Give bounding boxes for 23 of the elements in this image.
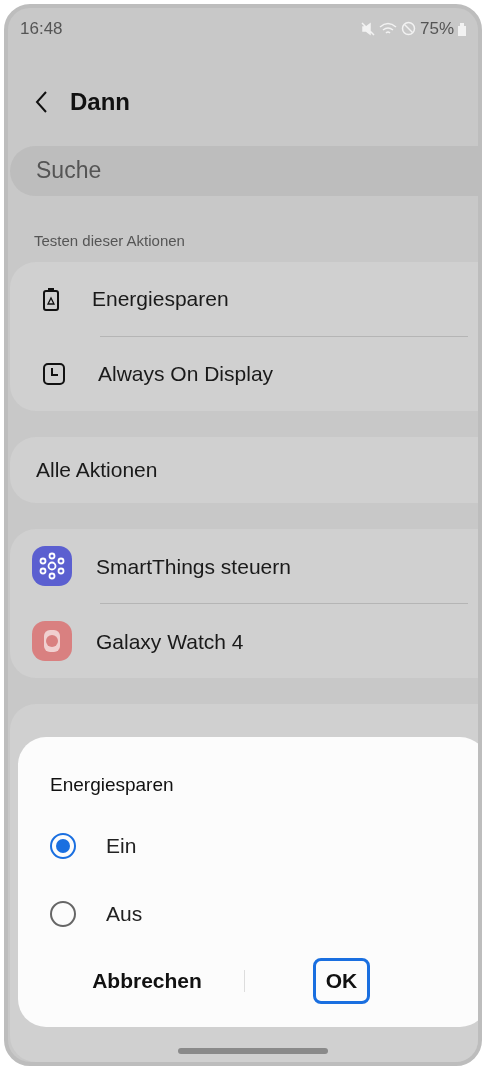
clock-icon [42,362,66,387]
dialog-title: Energiesparen [50,773,175,797]
dialog-button[interactable]: OK [312,957,371,1004]
section-label: Testen dieser Aktionen [34,230,186,251]
app-item[interactable]: Galaxy Watch 4 [10,604,478,679]
page-title: Dann [70,86,130,117]
all-actions-item[interactable]: Alle Aktionen [10,437,478,504]
wifi-icon [378,21,397,36]
radio-button[interactable] [50,832,76,859]
action-item[interactable]: Energiesparen [10,262,478,337]
radio-button[interactable] [50,900,76,927]
battery-level: 75% [419,18,454,40]
battery-icon [42,287,60,312]
radio-option[interactable]: Ein [50,811,478,880]
status-time: 16:48 [20,18,63,40]
app-item[interactable]: SmartThings steuern [10,529,478,604]
search-field[interactable]: Suche [10,145,478,196]
blocked-icon [400,21,416,37]
mute-icon [360,21,375,36]
radio-option[interactable]: Aus [50,879,478,948]
battery-status-icon [458,21,466,36]
action-item[interactable]: Always On Display [10,337,478,412]
dialog-button[interactable]: Abbrechen [79,957,215,1004]
